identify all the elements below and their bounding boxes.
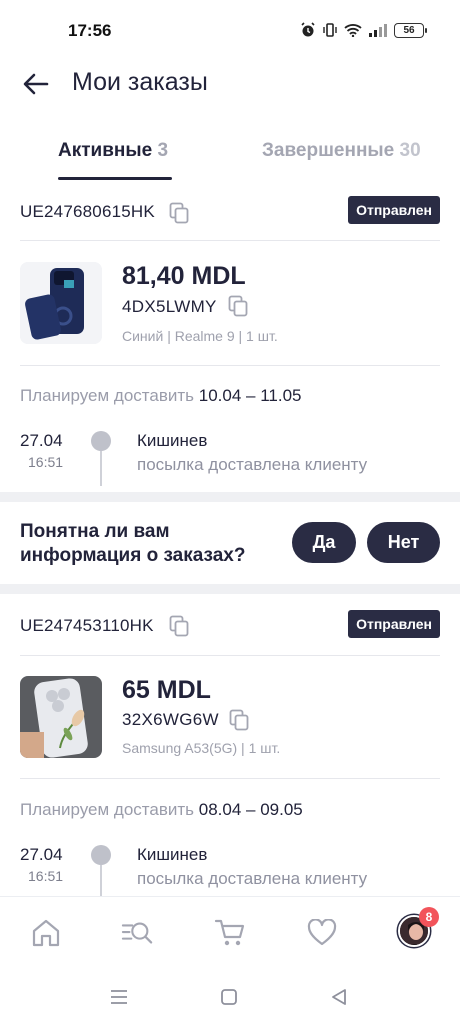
orders-tabs: Активные 3 Завершенные 30 [0, 132, 460, 182]
status-time: 17:56 [68, 21, 112, 40]
order-header: UE247453110HK Отправлен [20, 610, 440, 646]
order-sku: 4DX5LWMY [122, 297, 217, 316]
order-meta: Samsung A53(5G) | 1 шт. [122, 740, 281, 756]
copy-icon[interactable] [169, 202, 189, 224]
back-button[interactable] [20, 68, 52, 100]
divider [20, 778, 440, 779]
search-catalog-icon [121, 922, 153, 944]
nav-cart[interactable] [214, 917, 246, 949]
divider [20, 365, 440, 366]
arrow-left-icon [23, 73, 49, 95]
tab-active-label: Активные [58, 140, 153, 161]
delivery-plan: Планируем доставить 10.04 – 11.05 [20, 386, 301, 406]
tab-active-count: 3 [157, 140, 169, 161]
page-title: Мои заказы [72, 68, 208, 96]
tracking-number: UE247680615HK [20, 202, 155, 221]
tracking-number: UE247453110HK [20, 616, 154, 635]
plan-dates: 08.04 – 09.05 [198, 800, 303, 819]
tab-underline [58, 177, 172, 180]
plan-label: Планируем доставить [20, 800, 195, 819]
timeline-dot [91, 431, 111, 451]
order-price: 65 MDL [122, 676, 211, 704]
home-icon [32, 919, 60, 947]
feedback-yes-button[interactable]: Да [292, 522, 356, 563]
profile-notification-badge: 8 [419, 907, 439, 927]
divider [20, 655, 440, 656]
event-city: Кишинев [137, 845, 208, 864]
alarm-icon [301, 22, 315, 37]
system-nav-bar [0, 970, 460, 1024]
section-separator [0, 492, 460, 502]
tab-completed-count: 30 [399, 140, 421, 161]
heart-icon [307, 919, 337, 946]
order-meta: Синий | Realme 9 | 1 шт. [122, 328, 278, 344]
delivery-plan: Планируем доставить 08.04 – 09.05 [20, 800, 303, 820]
status-badge: Отправлен [348, 610, 440, 638]
status-badge: Отправлен [348, 196, 440, 224]
section-separator [0, 584, 460, 594]
recent-apps-button[interactable] [108, 986, 130, 1008]
menu-icon [111, 990, 127, 1004]
divider [20, 240, 440, 241]
event-status: посылка доставлена клиенту [137, 455, 368, 474]
status-icons: 56 [300, 22, 427, 38]
phone-case-image [20, 676, 102, 758]
vibrate-icon [323, 23, 337, 37]
product-image[interactable] [20, 262, 102, 344]
cart-icon [214, 919, 245, 946]
tab-active[interactable]: Активные 3 [58, 140, 168, 162]
order-card: UE247680615HK Отправлен 81,40 MDL 4DX5LW… [0, 196, 460, 486]
wifi-icon [344, 24, 362, 37]
plan-dates: 10.04 – 11.05 [198, 386, 302, 405]
feedback-question: Понятна ли вам информация о заказах? [20, 521, 246, 566]
event-time: 16:51 [28, 868, 64, 884]
battery-icon: 56 [394, 22, 427, 38]
order-card: UE247453110HK Отправлен 65 MDL 32X6WG6W … [0, 610, 460, 900]
copy-icon[interactable] [229, 709, 249, 731]
event-date: 27.04 [20, 431, 63, 450]
signal-icon [369, 24, 387, 37]
event-time: 16:51 [28, 454, 64, 470]
order-price: 81,40 MDL [122, 262, 246, 290]
nav-home[interactable] [30, 917, 62, 949]
app-header: Мои заказы [0, 58, 460, 108]
order-header: UE247680615HK Отправлен [20, 196, 440, 232]
nav-favorites[interactable] [306, 917, 338, 949]
tab-completed[interactable]: Завершенные 30 [262, 140, 421, 162]
home-button[interactable] [218, 986, 240, 1008]
copy-icon[interactable] [228, 295, 248, 317]
nav-catalog-search[interactable] [121, 917, 153, 949]
event-city: Кишинев [137, 431, 208, 450]
order-sku: 32X6WG6W [122, 710, 219, 729]
product-image[interactable] [20, 676, 102, 758]
timeline-line [100, 865, 102, 900]
feedback-no-button[interactable]: Нет [367, 522, 440, 563]
back-nav-button[interactable] [328, 986, 350, 1008]
timeline-line [100, 451, 102, 486]
event-status: посылка доставлена клиенту [137, 869, 368, 888]
square-icon [221, 989, 237, 1005]
bottom-nav: 8 [0, 896, 460, 970]
status-bar: 17:56 56 [0, 0, 460, 58]
event-date: 27.04 [20, 845, 63, 864]
timeline-dot [91, 845, 111, 865]
phone-case-image [20, 262, 102, 344]
tab-completed-label: Завершенные [262, 140, 395, 161]
plan-label: Планируем доставить [20, 386, 195, 405]
triangle-back-icon [332, 989, 346, 1005]
copy-icon[interactable] [169, 615, 189, 637]
